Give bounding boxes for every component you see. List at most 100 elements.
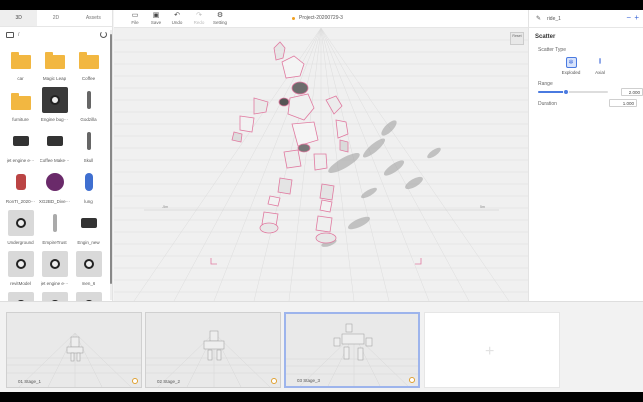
asset-item[interactable]: Underground <box>4 210 37 249</box>
stage-card-3[interactable]: 03 Stage_3 <box>284 312 420 388</box>
scatter-type-label: Scatter Type <box>538 47 566 53</box>
asset-item[interactable]: RonTI_2020··· <box>4 169 37 208</box>
asset-label: Engine bug··· <box>40 117 69 122</box>
asset-label: men_6 <box>81 281 96 286</box>
asset-grid: car Magic Leap Coffee furniture Engine b… <box>4 46 107 301</box>
asset-item[interactable]: revitModel <box>4 251 37 290</box>
asset-item-partial[interactable] <box>4 292 37 301</box>
asset-tabs: 3D 2D Assets <box>0 10 112 27</box>
stage-label: 01 Stage_1 <box>18 379 42 384</box>
asset-label: lung <box>84 199 93 204</box>
asset-label: Coffee Make··· <box>39 158 70 163</box>
stage-label: 02 Stage_2 <box>157 379 181 384</box>
axial-icon: ⫼ <box>594 57 606 68</box>
add-stage-button[interactable]: + <box>424 312 560 388</box>
stage-card-2[interactable]: 02 Stage_2 <box>145 312 281 388</box>
tab-assets[interactable]: Assets <box>75 10 112 26</box>
plus-icon[interactable]: + <box>634 13 639 22</box>
folder-icon <box>8 87 34 113</box>
stage-label: 03 Stage_3 <box>297 378 321 383</box>
asset-item[interactable]: Magic Leap <box>38 46 71 85</box>
asset-item[interactable]: car <box>4 46 37 85</box>
asset-label: jet engine e··· <box>6 158 35 163</box>
app-window: 3D 2D Assets / car Magic Leap Coffee fur… <box>0 10 643 392</box>
reset-label: Reset <box>512 34 522 38</box>
model-thumbnail-icon <box>76 169 102 195</box>
asset-item[interactable]: Engine bug··· <box>38 87 71 126</box>
file-label: File <box>131 20 139 25</box>
asset-item[interactable]: Godzilla <box>72 87 105 126</box>
range-label: Range <box>538 81 553 87</box>
reset-view-button[interactable]: Reset <box>510 32 524 45</box>
asset-item-partial[interactable] <box>38 292 71 301</box>
asset-item[interactable]: Coffee Make··· <box>38 128 71 167</box>
setting-button[interactable]: ⚙ Setting <box>210 12 230 27</box>
asset-panel: 3D 2D Assets / car Magic Leap Coffee fur… <box>0 10 113 301</box>
file-button[interactable]: ▭ File <box>125 12 145 27</box>
object-name[interactable]: ride_1 <box>547 16 561 22</box>
project-name: Project-20200729-3 <box>299 15 343 21</box>
asset-item[interactable]: men_6 <box>72 251 105 290</box>
asset-item[interactable]: Coffee <box>72 46 105 85</box>
range-input[interactable]: 2.000 <box>621 88 643 96</box>
asset-label: EmpireTrust <box>42 240 67 245</box>
edit-icon[interactable]: ✎ <box>536 15 541 22</box>
undo-button[interactable]: ↶ Undo <box>167 12 187 27</box>
model-thumbnail-icon <box>41 292 68 301</box>
asset-item[interactable]: XG2BD_Dive··· <box>38 169 71 208</box>
asset-item-partial[interactable] <box>72 292 105 301</box>
duration-input[interactable]: 1.000 <box>609 99 637 107</box>
asset-item[interactable]: EmpireTrust <box>38 210 71 249</box>
redo-icon: ↷ <box>196 12 202 19</box>
range-slider-fill <box>538 91 566 93</box>
setting-label: Setting <box>212 20 227 25</box>
tab-2d[interactable]: 2D <box>37 10 74 26</box>
folder-icon[interactable] <box>6 32 14 38</box>
range-slider[interactable] <box>538 89 608 95</box>
axial-label: Axial <box>595 70 605 75</box>
path-bar: / <box>0 28 112 42</box>
exploded-robot-model <box>231 41 349 244</box>
model-thumbnail-icon <box>41 251 68 277</box>
exploded-option[interactable]: ✲ Exploded <box>556 57 586 75</box>
model-thumbnail-icon <box>76 210 102 236</box>
asset-label: RonTI_2020··· <box>5 199 36 204</box>
model-thumbnail-icon <box>76 128 102 154</box>
properties-header: ✎ ride_1 − + <box>529 10 643 28</box>
asset-item[interactable]: Engin_new <box>72 210 105 249</box>
asset-item[interactable]: Skull <box>72 128 105 167</box>
stage-card-1[interactable]: 01 Stage_1 <box>6 312 142 388</box>
stage-badge-icon <box>409 377 415 383</box>
range-slider-handle[interactable] <box>563 89 569 95</box>
save-icon: ▣ <box>152 12 160 19</box>
model-thumbnail-icon <box>75 292 102 301</box>
folder-icon <box>76 46 102 72</box>
asset-label: Coffee <box>81 76 96 81</box>
tab-3d[interactable]: 3D <box>0 10 38 26</box>
model-thumbnail-icon <box>75 251 102 277</box>
scrollbar-thumb[interactable] <box>110 34 112 284</box>
model-thumbnail-icon <box>8 169 34 195</box>
model-thumbnail-icon <box>7 210 34 236</box>
model-thumbnail-icon <box>76 87 102 113</box>
3d-viewport[interactable]: Reset -5m 5m <box>114 28 528 301</box>
folder-icon: ▭ <box>131 12 139 19</box>
asset-item[interactable]: jet engine e··· <box>38 251 71 290</box>
bottom-letterbox <box>0 392 643 402</box>
save-button[interactable]: ▣ Save <box>146 12 166 27</box>
asset-item[interactable]: jet engine e··· <box>4 128 37 167</box>
model-thumbnail-icon <box>7 292 34 301</box>
asset-item[interactable]: furniture <box>4 87 37 126</box>
axial-option[interactable]: ⫼ Axial <box>585 57 615 75</box>
folder-icon <box>8 46 34 72</box>
redo-button[interactable]: ↷ Redo <box>189 12 209 27</box>
asset-item[interactable]: lung <box>72 169 105 208</box>
undo-label: Undo <box>171 20 183 25</box>
refresh-icon[interactable] <box>100 31 107 38</box>
axis-right-label: 5m <box>480 205 485 209</box>
duration-label: Duration <box>538 101 557 107</box>
minus-icon[interactable]: − <box>626 13 631 22</box>
stage-badge-icon <box>132 378 138 384</box>
toolbar: ▭ File ▣ Save ↶ Undo ↷ Redo ⚙ Setting Pr… <box>114 10 528 28</box>
stage-strip: 01 Stage_1 02 Stage_2 03 Stage_3 + <box>0 301 643 392</box>
